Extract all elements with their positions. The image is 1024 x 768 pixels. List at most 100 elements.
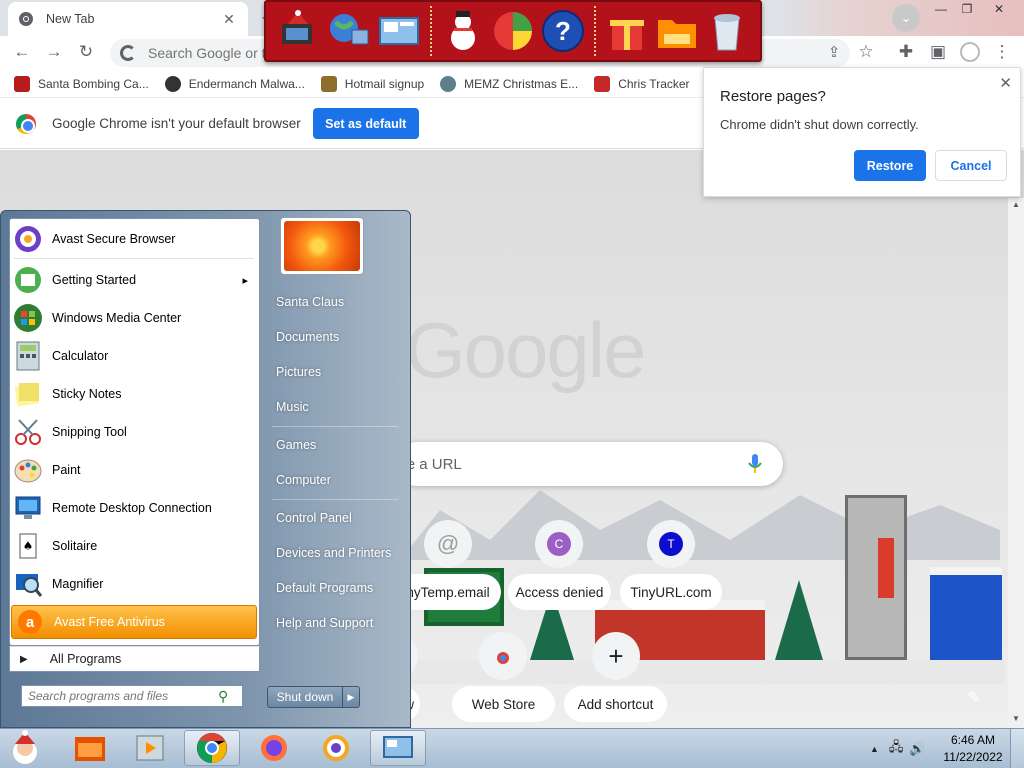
program-solitaire[interactable]: ♠ Solitaire bbox=[10, 528, 258, 564]
santa-sleigh-icon[interactable] bbox=[275, 7, 323, 55]
program-sticky-notes[interactable]: Sticky Notes bbox=[10, 376, 258, 412]
set-as-default-button[interactable]: Set as default bbox=[312, 108, 419, 139]
profile-avatar-icon[interactable] bbox=[954, 36, 986, 68]
customize-pencil-icon[interactable]: ✎ bbox=[962, 686, 986, 710]
magnifier-icon bbox=[12, 568, 44, 600]
program-separator bbox=[14, 258, 254, 259]
scissors-icon bbox=[12, 416, 44, 448]
shortcut-label-add[interactable]: Add shortcut bbox=[564, 686, 667, 722]
maximize-button[interactable]: ❐ bbox=[952, 0, 982, 18]
tab-new-tab[interactable]: New Tab ✕ bbox=[8, 2, 248, 36]
taskbar-firefox[interactable] bbox=[246, 730, 302, 766]
folder-icon[interactable] bbox=[653, 7, 701, 55]
bookmark-chris-tracker[interactable]: Chris Tracker bbox=[594, 75, 690, 92]
start-search-input[interactable] bbox=[28, 689, 218, 703]
shortcut-icon-tempmail[interactable]: @ bbox=[424, 520, 472, 568]
forward-arrow-icon[interactable]: → bbox=[38, 36, 70, 68]
shutdown-button[interactable]: Shut down bbox=[267, 686, 343, 708]
add-shortcut-icon[interactable]: + bbox=[592, 632, 640, 680]
start-right-help-support[interactable]: Help and Support bbox=[268, 608, 403, 638]
network-icon[interactable]: 🖧 bbox=[889, 738, 904, 760]
gift-box-icon[interactable] bbox=[603, 7, 651, 55]
clock-time: 6:46 AM bbox=[950, 733, 996, 747]
shortcut-icon-web-store[interactable] bbox=[479, 632, 527, 680]
bookmark-memz[interactable]: MEMZ Christmas E... bbox=[440, 75, 578, 92]
all-programs[interactable]: ▶ All Programs bbox=[9, 646, 260, 672]
help-question-icon[interactable]: ? bbox=[539, 7, 587, 55]
shutdown-options-arrow-icon[interactable]: ▶ bbox=[342, 686, 360, 708]
skull-icon bbox=[164, 75, 181, 92]
volume-icon[interactable]: 🔊 bbox=[909, 741, 925, 757]
show-desktop-button[interactable] bbox=[1010, 729, 1024, 768]
program-getting-started[interactable]: Getting Started ▸ bbox=[10, 262, 258, 298]
start-right-default-programs[interactable]: Default Programs bbox=[268, 573, 403, 603]
side-panel-icon[interactable]: ▣ bbox=[922, 36, 954, 68]
kebab-menu-icon[interactable]: ⋮ bbox=[986, 36, 1018, 68]
avast-icon: a bbox=[14, 606, 46, 638]
folder-icon bbox=[75, 737, 105, 761]
taskbar-avast-browser[interactable] bbox=[308, 730, 364, 766]
share-icon[interactable]: ⇪ bbox=[818, 36, 850, 68]
taskbar-network-app[interactable] bbox=[370, 730, 426, 766]
getting-started-icon bbox=[12, 264, 44, 296]
bookmark-endermanch[interactable]: Endermanch Malwa... bbox=[164, 75, 305, 92]
remote-desktop-icon bbox=[12, 492, 44, 524]
restore-close-icon[interactable]: ✕ bbox=[999, 74, 1012, 92]
shortcut-icon-access-denied[interactable]: C bbox=[535, 520, 583, 568]
taskbar-clock[interactable]: 6:46 AM 11/22/2022 bbox=[938, 732, 1008, 766]
start-right-documents[interactable]: Documents bbox=[268, 322, 403, 352]
program-avast-free-antivirus[interactable]: a Avast Free Antivirus bbox=[11, 605, 257, 639]
right-separator-2 bbox=[272, 499, 398, 500]
scroll-down-arrow-icon[interactable]: ▼ bbox=[1012, 714, 1020, 723]
tree-graphic-2 bbox=[775, 580, 823, 660]
start-right-pictures[interactable]: Pictures bbox=[268, 357, 403, 387]
network-monitor-icon[interactable] bbox=[375, 7, 423, 55]
extensions-puzzle-icon[interactable]: ✚ bbox=[890, 36, 922, 68]
start-right-santa-claus[interactable]: Santa Claus bbox=[268, 287, 403, 317]
taskbar-folder-app[interactable] bbox=[62, 730, 118, 766]
program-paint[interactable]: Paint bbox=[10, 452, 258, 488]
shortcut-label-web-store[interactable]: Web Store bbox=[452, 686, 555, 722]
start-right-computer[interactable]: Computer bbox=[268, 465, 403, 495]
scroll-up-arrow-icon[interactable]: ▲ bbox=[1012, 200, 1020, 209]
ntp-search-box[interactable]: Search Google or type a URL bbox=[265, 442, 783, 486]
close-tab-icon[interactable]: ✕ bbox=[220, 10, 238, 28]
program-windows-media-center[interactable]: Windows Media Center bbox=[10, 300, 258, 336]
shortcut-label-tinyurl[interactable]: TinyURL.com bbox=[620, 574, 722, 610]
microphone-icon[interactable] bbox=[747, 453, 763, 475]
calculator-icon bbox=[12, 340, 44, 372]
scrollbar[interactable]: ▲ ▼ bbox=[1008, 198, 1024, 728]
start-right-music[interactable]: Music bbox=[268, 392, 403, 422]
bookmark-santa-bombing[interactable]: Santa Bombing Ca... bbox=[14, 75, 149, 92]
program-magnifier[interactable]: Magnifier bbox=[10, 566, 258, 602]
program-calculator[interactable]: Calculator bbox=[10, 338, 258, 374]
start-search-box[interactable]: ⚲ bbox=[21, 685, 243, 707]
bookmark-hotmail[interactable]: Hotmail signup bbox=[320, 75, 424, 92]
shortcut-icon-tinyurl[interactable]: T bbox=[647, 520, 695, 568]
start-right-devices-printers[interactable]: Devices and Printers bbox=[268, 538, 403, 568]
restore-button[interactable]: Restore bbox=[854, 150, 926, 181]
taskbar-media-player[interactable] bbox=[122, 730, 178, 766]
reload-icon[interactable]: ↻ bbox=[70, 36, 102, 68]
program-remote-desktop[interactable]: Remote Desktop Connection bbox=[10, 490, 258, 526]
pie-chart-icon[interactable] bbox=[489, 7, 537, 55]
tab-search-chevron-icon[interactable]: ⌄ bbox=[892, 4, 920, 32]
back-arrow-icon[interactable]: ← bbox=[6, 36, 38, 68]
tab-title: New Tab bbox=[46, 12, 95, 26]
taskbar-chrome[interactable] bbox=[184, 730, 240, 766]
program-avast-secure-browser[interactable]: Avast Secure Browser bbox=[10, 221, 258, 257]
bookmark-star-icon[interactable]: ☆ bbox=[850, 36, 882, 68]
right-separator bbox=[272, 426, 398, 427]
program-snipping-tool[interactable]: Snipping Tool bbox=[10, 414, 258, 450]
cancel-button[interactable]: Cancel bbox=[935, 150, 1007, 181]
start-right-games[interactable]: Games bbox=[268, 430, 403, 460]
recycle-bin-icon[interactable] bbox=[703, 7, 751, 55]
user-avatar[interactable] bbox=[280, 217, 364, 275]
globe-monitor-icon[interactable] bbox=[325, 7, 373, 55]
close-window-button[interactable]: ✕ bbox=[984, 0, 1014, 18]
snowman-icon[interactable] bbox=[439, 7, 487, 55]
start-right-control-panel[interactable]: Control Panel bbox=[268, 503, 403, 533]
show-hidden-icons-arrow[interactable]: ▲ bbox=[870, 744, 879, 754]
shortcut-label-access-denied[interactable]: Access denied bbox=[508, 574, 611, 610]
start-button[interactable] bbox=[0, 730, 50, 766]
